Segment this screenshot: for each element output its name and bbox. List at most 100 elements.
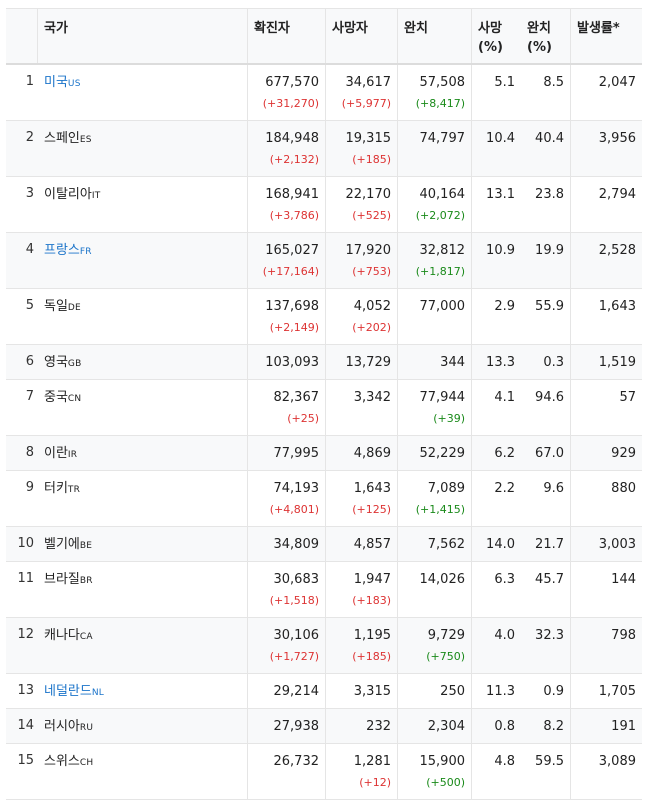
country-name: 중국 xyxy=(44,390,68,405)
country-name: 스위스 xyxy=(44,754,80,769)
recovered-cell: 74,797 xyxy=(398,121,472,176)
country-code: CH xyxy=(79,758,94,768)
incidence-value: 1,705 xyxy=(598,684,636,699)
recovery-rate-cell: 45.7 xyxy=(521,562,571,617)
deaths-delta: (+185) xyxy=(352,650,391,663)
country-link[interactable]: 네덜란드 xyxy=(44,684,92,699)
recovery-rate-cell: 32.3 xyxy=(521,618,571,673)
country-link[interactable]: 프랑스 xyxy=(44,243,80,258)
header-death-rate[interactable]: 사망 (%) xyxy=(472,9,521,63)
confirmed-cell: 103,093 xyxy=(248,345,326,379)
confirmed-delta: (+2,132) xyxy=(269,153,319,166)
header-death-rate-line2: (%) xyxy=(478,40,503,55)
confirmed-delta: (+2,149) xyxy=(269,321,319,334)
confirmed-cell: 77,995 xyxy=(248,436,326,470)
recovery-rate-cell: 67.0 xyxy=(521,436,571,470)
country-name: 이란 xyxy=(44,446,68,461)
header-incidence[interactable]: 발생률* xyxy=(571,9,642,63)
country-name: 이탈리아 xyxy=(44,187,92,202)
table-row: 7 중국CN 82,367 (+25) 3,342 77,944 (+39) 4.1 94.6 5… xyxy=(6,380,642,436)
recovered-cell: 250 xyxy=(398,674,472,708)
header-recovered[interactable]: 완치 xyxy=(398,9,472,63)
header-death-rate-line1: 사망 xyxy=(478,21,502,36)
death-rate-value: 13.1 xyxy=(486,187,515,202)
header-country[interactable]: 국가 xyxy=(38,9,248,63)
country-cell: 벨기에BE xyxy=(38,527,248,561)
row-rank: 6 xyxy=(25,354,34,369)
death-rate-cell: 6.3 xyxy=(472,562,521,617)
death-rate-cell: 6.2 xyxy=(472,436,521,470)
confirmed-value: 27,938 xyxy=(273,719,320,734)
country-cell: 프랑스FR xyxy=(38,233,248,288)
deaths-cell: 13,729 xyxy=(326,345,398,379)
confirmed-value: 77,995 xyxy=(273,446,320,461)
deaths-cell: 4,857 xyxy=(326,527,398,561)
death-rate-cell: 5.1 xyxy=(472,65,521,120)
recovered-cell: 9,729 (+750) xyxy=(398,618,472,673)
recovered-value: 15,900 xyxy=(419,754,466,769)
country-cell: 미국US xyxy=(38,65,248,120)
confirmed-cell: 677,570 (+31,270) xyxy=(248,65,326,120)
death-rate-cell: 4.8 xyxy=(472,744,521,799)
deaths-value: 19,315 xyxy=(345,131,392,146)
table-body: 1 미국US 677,570 (+31,270) 34,617 (+5,977) 57,50… xyxy=(6,65,642,800)
country-cell: 영국GB xyxy=(38,345,248,379)
deaths-cell: 34,617 (+5,977) xyxy=(326,65,398,120)
deaths-cell: 3,342 xyxy=(326,380,398,435)
recovered-cell: 57,508 (+8,417) xyxy=(398,65,472,120)
header-deaths[interactable]: 사망자 xyxy=(326,9,398,63)
confirmed-cell: 74,193 (+4,801) xyxy=(248,471,326,526)
recovered-value: 74,797 xyxy=(419,131,466,146)
country-link[interactable]: 미국 xyxy=(44,75,68,90)
confirmed-delta: (+17,164) xyxy=(262,265,319,278)
deaths-value: 4,869 xyxy=(353,446,391,461)
deaths-cell: 19,315 (+185) xyxy=(326,121,398,176)
deaths-delta: (+185) xyxy=(352,153,391,166)
deaths-delta: (+753) xyxy=(352,265,391,278)
confirmed-cell: 30,683 (+1,518) xyxy=(248,562,326,617)
country-code[interactable]: NL xyxy=(92,688,104,698)
incidence-cell: 2,794 xyxy=(571,177,642,232)
country-name: 캐나다 xyxy=(44,628,80,643)
table-row: 10 벨기에BE 34,809 4,857 7,562 14.0 21.7 3,003 xyxy=(6,527,642,562)
deaths-value: 3,315 xyxy=(353,684,391,699)
country-code[interactable]: US xyxy=(68,79,81,89)
confirmed-cell: 165,027 (+17,164) xyxy=(248,233,326,288)
death-rate-cell: 14.0 xyxy=(472,527,521,561)
recovery-rate-cell: 8.2 xyxy=(521,709,571,743)
incidence-value: 798 xyxy=(611,628,636,643)
country-cell: 터키TR xyxy=(38,471,248,526)
recovered-value: 52,229 xyxy=(419,446,466,461)
incidence-cell: 191 xyxy=(571,709,642,743)
confirmed-cell: 34,809 xyxy=(248,527,326,561)
country-cell: 러시아RU xyxy=(38,709,248,743)
incidence-cell: 1,705 xyxy=(571,674,642,708)
recovered-value: 77,000 xyxy=(419,299,466,314)
country-name: 터키 xyxy=(44,481,68,496)
incidence-cell: 2,528 xyxy=(571,233,642,288)
incidence-cell: 3,089 xyxy=(571,744,642,799)
deaths-value: 34,617 xyxy=(345,75,392,90)
recovery-rate-value: 94.6 xyxy=(535,390,564,405)
recovery-rate-cell: 23.8 xyxy=(521,177,571,232)
country-cell: 브라질BR xyxy=(38,562,248,617)
country-code: GB xyxy=(67,359,82,369)
deaths-delta: (+12) xyxy=(359,776,391,789)
recovered-delta: (+1,415) xyxy=(415,503,465,516)
confirmed-delta: (+31,270) xyxy=(262,97,319,110)
recovery-rate-value: 67.0 xyxy=(535,446,564,461)
recovered-cell: 7,089 (+1,415) xyxy=(398,471,472,526)
death-rate-value: 0.8 xyxy=(494,719,515,734)
recovery-rate-cell: 59.5 xyxy=(521,744,571,799)
deaths-delta: (+125) xyxy=(352,503,391,516)
recovered-value: 40,164 xyxy=(419,187,466,202)
country-code[interactable]: FR xyxy=(80,247,92,257)
table-row: 11 브라질BR 30,683 (+1,518) 1,947 (+183) 14,026 6.… xyxy=(6,562,642,618)
header-confirmed[interactable]: 확진자 xyxy=(248,9,326,63)
header-recovery-rate[interactable]: 완치 (%) xyxy=(521,9,571,63)
incidence-value: 2,047 xyxy=(598,75,636,90)
confirmed-value: 82,367 xyxy=(273,390,320,405)
recovery-rate-value: 55.9 xyxy=(535,299,564,314)
deaths-delta: (+5,977) xyxy=(341,97,391,110)
deaths-value: 1,947 xyxy=(353,572,391,587)
